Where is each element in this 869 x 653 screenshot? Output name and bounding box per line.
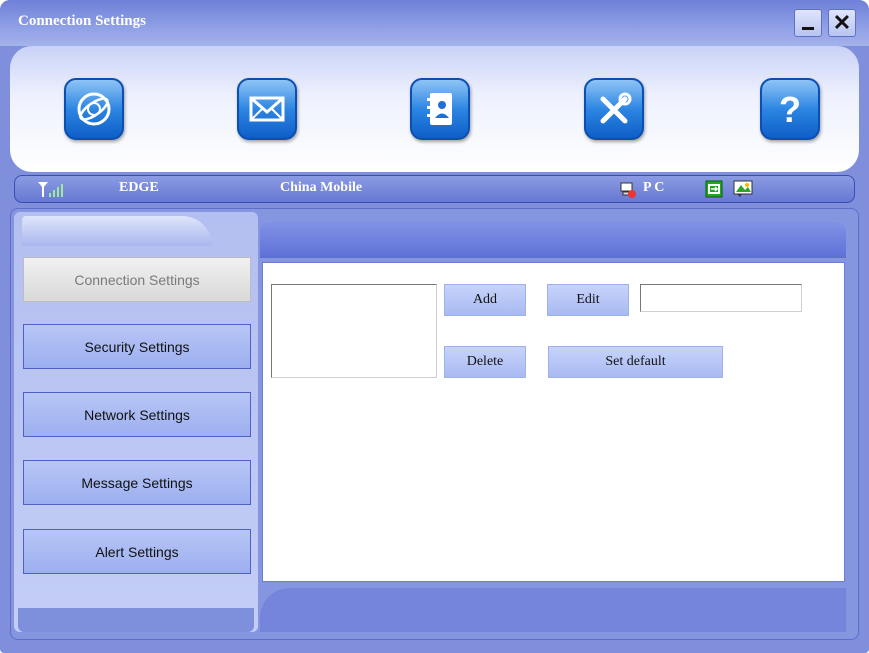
- minimize-icon: [802, 27, 814, 30]
- operator-name: China Mobile: [280, 180, 363, 195]
- close-button[interactable]: ✕: [828, 9, 856, 37]
- sidebar-item-label: Security Settings: [84, 338, 190, 355]
- svg-text:?: ?: [779, 89, 801, 130]
- close-icon: ✕: [832, 10, 852, 35]
- profile-list[interactable]: [271, 284, 437, 378]
- add-button-label: Add: [472, 292, 498, 307]
- delete-button-label: Delete: [466, 354, 504, 369]
- network-type: EDGE: [119, 180, 159, 195]
- sidebar-footer: [18, 608, 254, 632]
- panel-footer: [260, 588, 846, 632]
- signal-strength-icon: [38, 182, 63, 197]
- edit-button-label: Edit: [576, 292, 600, 307]
- sidebar-item-connection-settings[interactable]: Connection Settings: [23, 257, 251, 302]
- pc-label: P C: [643, 180, 665, 195]
- sidebar-item-label: Message Settings: [81, 474, 193, 491]
- status-bar: EDGE China Mobile P C: [14, 175, 855, 203]
- question-mark-icon: ?: [779, 89, 801, 130]
- sidebar-item-label: Network Settings: [84, 406, 190, 423]
- add-button[interactable]: Add: [444, 284, 526, 316]
- internet-connect-button[interactable]: [64, 78, 124, 140]
- messages-button[interactable]: [237, 78, 297, 140]
- phonebook-button[interactable]: [410, 78, 470, 140]
- globe-icon: [77, 92, 111, 126]
- minimize-button[interactable]: [794, 9, 822, 37]
- pc-connection-icon: [620, 182, 636, 198]
- sidebar-item-label: Connection Settings: [74, 271, 200, 288]
- settings-sidebar: Connection Settings Security Settings Ne…: [14, 212, 258, 632]
- tools-icon: [600, 92, 632, 124]
- app-window: Connection Settings ✕ ? EDGE China Mobil…: [0, 0, 869, 653]
- window-title: Connection Settings: [18, 13, 146, 29]
- set-default-button-label: Set default: [605, 354, 666, 369]
- connection-settings-panel: Add Edit Delete Set default: [262, 262, 845, 582]
- sidebar-header: [22, 216, 212, 246]
- profile-name-input[interactable]: [640, 284, 802, 312]
- edit-button[interactable]: Edit: [547, 284, 629, 316]
- sidebar-item-security-settings[interactable]: Security Settings: [23, 324, 251, 369]
- contacts-book-icon: [427, 93, 452, 125]
- sidebar-item-message-settings[interactable]: Message Settings: [23, 460, 251, 505]
- sidebar-item-network-settings[interactable]: Network Settings: [23, 392, 251, 437]
- sidebar-item-alert-settings[interactable]: Alert Settings: [23, 529, 251, 574]
- sidebar-item-label: Alert Settings: [95, 543, 179, 560]
- envelope-icon: [249, 96, 285, 122]
- set-default-button[interactable]: Set default: [548, 346, 723, 378]
- help-button[interactable]: ?: [760, 78, 820, 140]
- delete-button[interactable]: Delete: [444, 346, 526, 378]
- sms-status-icon[interactable]: [733, 180, 753, 198]
- panel-header: [260, 222, 846, 258]
- sim-status-icon[interactable]: [705, 180, 723, 198]
- main-toolbar: ?: [10, 46, 859, 172]
- settings-button[interactable]: [584, 78, 644, 140]
- title-bar: Connection Settings ✕: [0, 0, 869, 46]
